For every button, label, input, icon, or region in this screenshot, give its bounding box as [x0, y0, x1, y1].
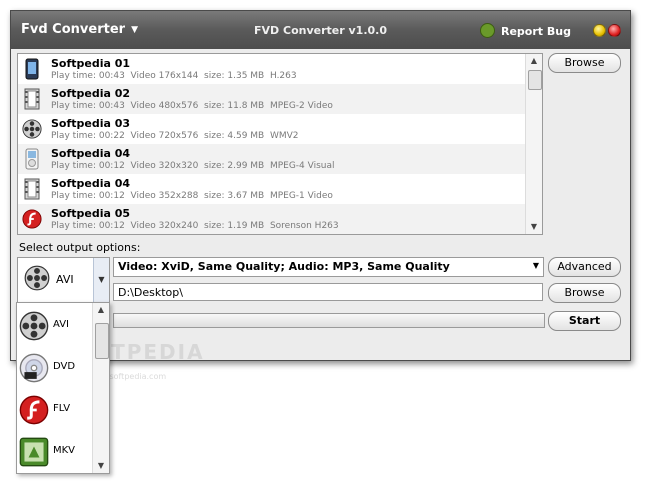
file-name: Softpedia 02 [51, 87, 131, 100]
chevron-down-icon: ▼ [532, 261, 539, 270]
format-option-label: AVI [53, 319, 69, 330]
title-bar[interactable]: Fvd Converter ▼ FVD Converter v1.0.0 Repo… [11, 11, 630, 49]
file-row[interactable]: Softpedia 01 Play time: 00:43 Video 176x… [18, 54, 526, 84]
minimize-button[interactable] [593, 24, 606, 37]
start-button[interactable]: Start [548, 311, 621, 331]
mkv-icon [19, 437, 49, 467]
film-reel-icon [22, 119, 42, 139]
file-row[interactable]: Softpedia 04 Play time: 00:12 Video 352x… [18, 174, 526, 204]
file-meta: Play time: 00:43 Video 480x576 size: 11.… [51, 101, 333, 111]
chevron-down-icon: ▼ [98, 275, 105, 284]
scroll-up-icon[interactable]: ▲ [526, 54, 542, 68]
format-option-flv[interactable]: FLV [17, 389, 93, 431]
format-option-avi[interactable]: AVI [17, 305, 93, 347]
progress-bar [113, 313, 545, 328]
file-name: Softpedia 03 [51, 117, 131, 130]
format-value: AVI [56, 273, 74, 286]
report-bug-button[interactable]: Report Bug [480, 23, 571, 38]
scroll-thumb[interactable] [95, 323, 109, 359]
file-name: Softpedia 01 [51, 57, 131, 70]
bug-icon [480, 23, 495, 38]
format-option-label: FLV [53, 403, 71, 414]
format-option-label: DVD [53, 361, 76, 372]
format-option-mkv[interactable]: MKV [17, 431, 93, 473]
output-options-label: Select output options: [19, 241, 141, 254]
ipod-icon [25, 148, 39, 170]
file-list-scrollbar[interactable]: ▲ ▼ [525, 54, 542, 234]
format-list-scrollbar[interactable]: ▲ ▼ [92, 303, 109, 473]
format-dropdown-button[interactable]: ▼ [93, 258, 109, 302]
file-row[interactable]: Softpedia 02 Play time: 00:43 Video 480x… [18, 84, 526, 114]
scroll-up-icon[interactable]: ▲ [93, 303, 109, 317]
scroll-thumb[interactable] [528, 70, 542, 90]
phone-icon [25, 58, 39, 80]
report-bug-label: Report Bug [501, 25, 571, 38]
format-option-dvd[interactable]: DVD [17, 347, 93, 389]
file-meta: Play time: 00:12 Video 320x240 size: 1.1… [51, 221, 339, 231]
file-name: Softpedia 05 [51, 207, 131, 220]
film-strip-icon [24, 178, 40, 200]
film-strip-icon [24, 88, 40, 110]
film-reel-icon [19, 311, 49, 341]
scroll-down-icon[interactable]: ▼ [93, 459, 109, 473]
file-name: Softpedia 04 [51, 147, 131, 160]
format-option-label: MKV [53, 445, 76, 456]
format-combo[interactable]: AVI ▼ [17, 257, 110, 303]
file-meta: Play time: 00:12 Video 320x320 size: 2.9… [51, 161, 335, 171]
file-meta: Play time: 00:43 Video 176x144 size: 1.3… [51, 71, 297, 81]
file-row[interactable]: Softpedia 04 Play time: 00:12 Video 320x… [18, 144, 526, 174]
flash-icon [22, 209, 42, 229]
advanced-button[interactable]: Advanced [548, 257, 621, 277]
file-name: Softpedia 04 [51, 177, 131, 190]
quality-preset-select[interactable]: Video: XviD, Same Quality; Audio: MP3, S… [113, 257, 544, 277]
file-meta: Play time: 00:12 Video 352x288 size: 3.6… [51, 191, 333, 201]
file-row[interactable]: Softpedia 05 Play time: 00:12 Video 320x… [18, 204, 526, 234]
film-reel-icon [24, 265, 50, 291]
file-list[interactable]: Softpedia 01 Play time: 00:43 Video 176x… [17, 53, 543, 235]
flash-icon [19, 395, 49, 425]
format-dropdown-list[interactable]: AVI DVD FLV MKV ▲ ▼ [16, 302, 110, 474]
browse-files-button[interactable]: Browse [548, 53, 621, 73]
file-row[interactable]: Softpedia 03 Play time: 00:22 Video 720x… [18, 114, 526, 144]
output-path-input[interactable]: D:\Desktop\ [113, 283, 543, 301]
dvd-disc-icon [19, 353, 49, 383]
scroll-down-icon[interactable]: ▼ [526, 220, 542, 234]
close-button[interactable] [608, 24, 621, 37]
file-meta: Play time: 00:22 Video 720x576 size: 4.5… [51, 131, 299, 141]
quality-preset-value: Video: XviD, Same Quality; Audio: MP3, S… [118, 260, 450, 273]
browse-output-button[interactable]: Browse [548, 283, 621, 303]
